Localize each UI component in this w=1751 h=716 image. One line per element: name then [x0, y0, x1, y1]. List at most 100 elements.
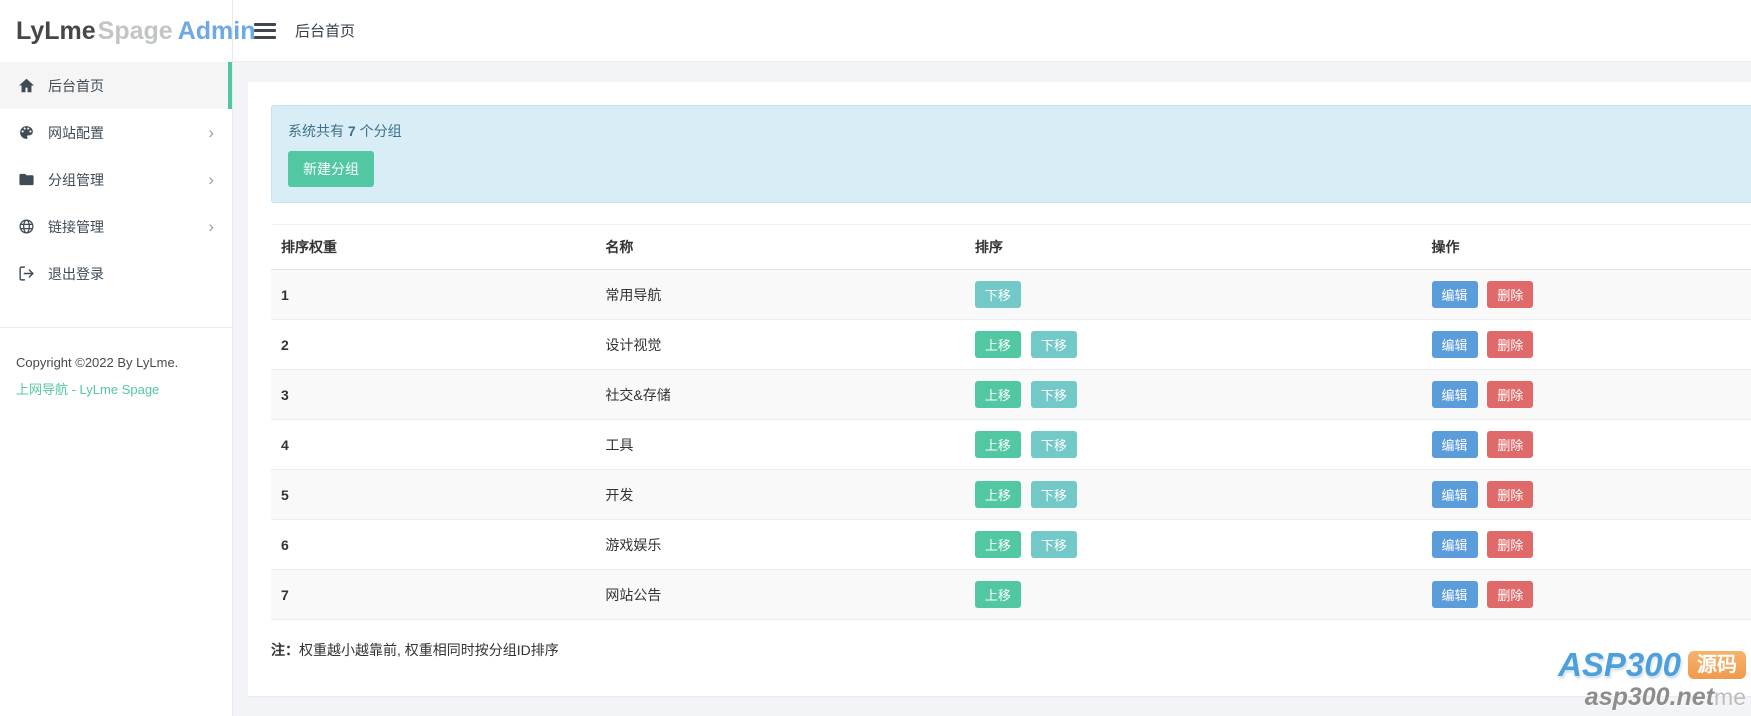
header-weight: 排序权重: [271, 224, 596, 270]
group-count-text: 系统共有 7 个分组: [288, 123, 402, 139]
row-actions-cell: 编辑 删除: [1421, 419, 1751, 470]
row-sort-cell: 上移 下移: [964, 419, 1422, 470]
move-up-button[interactable]: 上移: [974, 381, 1021, 408]
header-sort: 排序: [964, 224, 1422, 270]
row-name: 网站公告: [595, 569, 965, 620]
move-up-button[interactable]: 上移: [974, 581, 1021, 608]
sidebar-item-label: 链接管理: [48, 218, 104, 235]
move-down-button[interactable]: 下移: [1030, 531, 1077, 558]
chevron-right-icon: ›: [208, 170, 214, 189]
new-group-button[interactable]: 新建分组: [288, 151, 374, 187]
delete-button[interactable]: 删除: [1487, 281, 1534, 308]
edit-button[interactable]: 编辑: [1431, 281, 1478, 308]
row-sort-cell: 上移: [964, 569, 1422, 620]
table-row: 3 社交&存储 上移 下移 编辑 删除: [271, 369, 1751, 420]
move-up-button[interactable]: 上移: [974, 331, 1021, 358]
row-weight: 4: [271, 419, 596, 470]
row-actions-cell: 编辑 删除: [1421, 519, 1751, 570]
edit-button[interactable]: 编辑: [1431, 481, 1478, 508]
group-card: 系统共有 7 个分组 新建分组 排序权重 名称 排序 操作 1 常用导航 下移: [248, 82, 1751, 696]
row-weight: 1: [271, 269, 596, 320]
move-down-button[interactable]: 下移: [1030, 481, 1077, 508]
sidebar: LyLme Spage Admin 后台首页 网站配置 › 分组管理 › 链接管…: [0, 0, 255, 716]
edit-button[interactable]: 编辑: [1431, 331, 1478, 358]
edit-button[interactable]: 编辑: [1431, 381, 1478, 408]
sidebar-item-label: 退出登录: [48, 265, 104, 282]
header-name: 名称: [595, 224, 965, 270]
table-header-row: 排序权重 名称 排序 操作: [271, 224, 1751, 270]
table-row: 4 工具 上移 下移 编辑 删除: [271, 419, 1751, 470]
row-name: 工具: [595, 419, 965, 470]
copyright-text: Copyright ©2022 By LyLme.: [16, 355, 179, 370]
globe-icon: [18, 218, 35, 235]
row-actions-cell: 编辑 删除: [1421, 469, 1751, 520]
sidebar-item-label: 后台首页: [48, 77, 104, 94]
sidebar-item-label: 分组管理: [48, 171, 104, 188]
sidebar-item-link-management[interactable]: 链接管理 ›: [0, 203, 232, 250]
row-sort-cell: 上移 下移: [964, 469, 1422, 520]
row-actions-cell: 编辑 删除: [1421, 369, 1751, 420]
move-down-button[interactable]: 下移: [1030, 331, 1077, 358]
row-actions-cell: 编辑 删除: [1421, 319, 1751, 370]
table-row: 2 设计视觉 上移 下移 编辑 删除: [271, 319, 1751, 370]
chevron-right-icon: ›: [208, 123, 214, 142]
note-text: 权重越小越靠前, 权重相同时按分组ID排序: [299, 642, 559, 658]
move-down-button[interactable]: 下移: [974, 281, 1021, 308]
sidebar-footer: Copyright ©2022 By LyLme. 上网导航 - LyLme S…: [0, 328, 232, 398]
sidebar-item-group-management[interactable]: 分组管理 ›: [0, 156, 232, 203]
group-count-alert: 系统共有 7 个分组 新建分组: [271, 105, 1751, 203]
row-name: 社交&存储: [595, 369, 965, 420]
palette-icon: [18, 124, 35, 141]
logo-part-spage: Spage: [97, 16, 173, 45]
sidebar-item-logout[interactable]: 退出登录: [0, 250, 232, 297]
table-note: 注：权重越小越靠前, 权重相同时按分组ID排序: [271, 640, 1751, 660]
delete-button[interactable]: 删除: [1487, 481, 1534, 508]
menu-toggle-icon[interactable]: [254, 22, 276, 39]
header-actions: 操作: [1421, 224, 1751, 270]
row-weight: 2: [271, 319, 596, 370]
folder-icon: [18, 171, 35, 188]
footer-link[interactable]: 上网导航 - LyLme Spage: [16, 379, 159, 398]
row-name: 设计视觉: [595, 319, 965, 370]
delete-button[interactable]: 删除: [1487, 581, 1534, 608]
topbar: 后台首页: [233, 0, 1751, 62]
note-label: 注：: [271, 642, 299, 658]
logo-part-lylme: LyLme: [16, 16, 96, 45]
row-name: 常用导航: [595, 269, 965, 320]
delete-button[interactable]: 删除: [1487, 431, 1534, 458]
row-sort-cell: 上移 下移: [964, 319, 1422, 370]
group-count-value: 7: [347, 123, 356, 139]
row-weight: 6: [271, 519, 596, 570]
row-name: 开发: [595, 469, 965, 520]
table-row: 6 游戏娱乐 上移 下移 编辑 删除: [271, 519, 1751, 570]
row-weight: 7: [271, 569, 596, 620]
delete-button[interactable]: 删除: [1487, 531, 1534, 558]
table-row: 1 常用导航 下移 编辑 删除: [271, 269, 1751, 320]
move-up-button[interactable]: 上移: [974, 431, 1021, 458]
row-actions-cell: 编辑 删除: [1421, 269, 1751, 320]
main-content: 系统共有 7 个分组 新建分组 排序权重 名称 排序 操作 1 常用导航 下移: [233, 62, 1751, 716]
chevron-right-icon: ›: [208, 217, 214, 236]
edit-button[interactable]: 编辑: [1431, 531, 1478, 558]
page-title: 后台首页: [295, 23, 356, 40]
sidebar-item-site-config[interactable]: 网站配置 ›: [0, 109, 232, 156]
move-down-button[interactable]: 下移: [1030, 381, 1077, 408]
home-icon: [18, 77, 35, 94]
row-sort-cell: 上移 下移: [964, 369, 1422, 420]
delete-button[interactable]: 删除: [1487, 381, 1534, 408]
app-logo: LyLme Spage Admin: [0, 0, 255, 62]
delete-button[interactable]: 删除: [1487, 331, 1534, 358]
edit-button[interactable]: 编辑: [1431, 431, 1478, 458]
edit-button[interactable]: 编辑: [1431, 581, 1478, 608]
row-weight: 5: [271, 469, 596, 520]
table-row: 5 开发 上移 下移 编辑 删除: [271, 469, 1751, 520]
row-actions-cell: 编辑 删除: [1421, 569, 1751, 620]
sidebar-item-dashboard[interactable]: 后台首页: [0, 62, 232, 109]
move-up-button[interactable]: 上移: [974, 481, 1021, 508]
logout-icon: [18, 265, 35, 282]
logo-part-admin: Admin: [177, 16, 256, 45]
row-weight: 3: [271, 369, 596, 420]
move-up-button[interactable]: 上移: [974, 531, 1021, 558]
group-table: 排序权重 名称 排序 操作 1 常用导航 下移 编辑 删除 2 设计视觉 上移 …: [271, 224, 1751, 620]
move-down-button[interactable]: 下移: [1030, 431, 1077, 458]
